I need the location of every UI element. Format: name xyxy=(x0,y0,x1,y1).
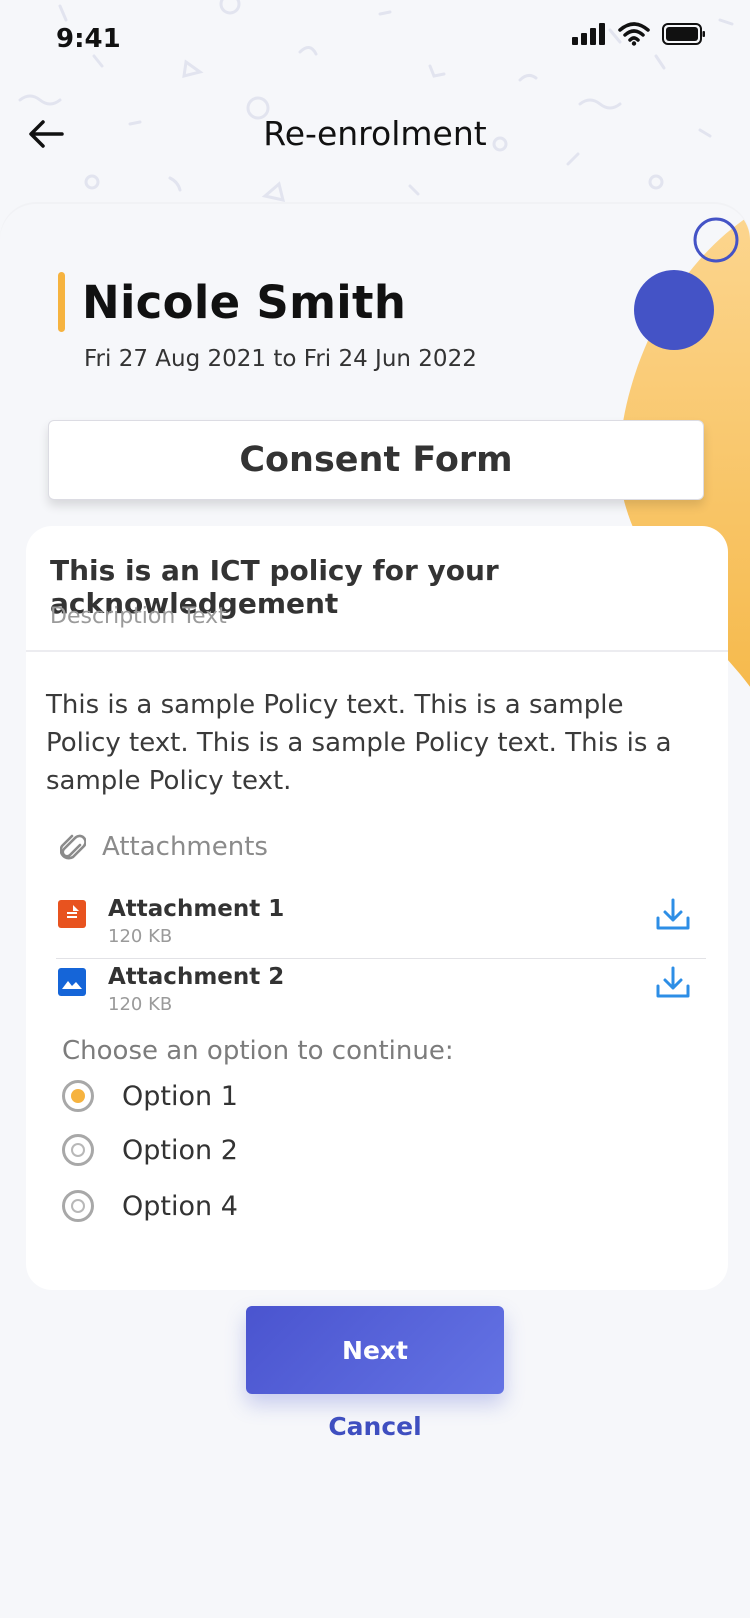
signal-icon xyxy=(572,23,605,45)
radio-unselected[interactable] xyxy=(62,1134,94,1166)
paperclip-icon xyxy=(60,834,86,860)
attachments-header: Attachments xyxy=(60,832,268,862)
page-title: Re-enrolment xyxy=(263,114,487,153)
image-icon xyxy=(58,968,86,996)
download-icon[interactable] xyxy=(654,896,692,934)
divider xyxy=(26,650,728,652)
option-label: Option 4 xyxy=(122,1190,238,1222)
next-button[interactable]: Next xyxy=(246,1306,504,1394)
document-icon xyxy=(58,900,86,928)
form-title: Consent Form xyxy=(239,440,513,480)
option-label: Option 1 xyxy=(122,1080,238,1112)
attachments-label: Attachments xyxy=(102,832,268,862)
attachment-name: Attachment 2 xyxy=(108,964,285,990)
attachment-row[interactable]: Attachment 1 120 KB xyxy=(56,896,692,960)
attachment-row[interactable]: Attachment 2 120 KB xyxy=(56,964,692,1028)
attachment-divider xyxy=(56,958,706,959)
policy-body: This is a sample Policy text. This is a … xyxy=(46,690,672,796)
download-icon[interactable] xyxy=(654,964,692,1002)
choose-option-label: Choose an option to continue: xyxy=(62,1036,454,1066)
wifi-icon xyxy=(618,22,650,46)
form-title-box: Consent Form xyxy=(48,420,704,500)
name-accent-bar xyxy=(58,272,65,332)
status-icons xyxy=(572,22,706,46)
attachment-size: 120 KB xyxy=(108,994,173,1015)
main-card: Nicole Smith Fri 27 Aug 2021 to Fri 24 J… xyxy=(0,204,750,1618)
policy-card: This is an ICT policy for your acknowled… xyxy=(26,526,728,1290)
policy-description: Description Text xyxy=(50,604,227,629)
option-label: Option 2 xyxy=(122,1134,238,1166)
attachment-size: 120 KB xyxy=(108,926,173,947)
radio-selected[interactable] xyxy=(62,1080,94,1112)
option-1-radio[interactable]: Option 1 xyxy=(62,1076,238,1116)
screen: 9:41 Re-enrolment Nicole Smith Fri 27 Au… xyxy=(0,0,750,1618)
option-4-radio[interactable]: Option 4 xyxy=(62,1186,238,1226)
student-name: Nicole Smith xyxy=(82,276,407,329)
cancel-link[interactable]: Cancel xyxy=(0,1412,750,1441)
next-label: Next xyxy=(342,1335,408,1365)
attachment-name: Attachment 1 xyxy=(108,896,285,922)
date-range: Fri 27 Aug 2021 to Fri 24 Jun 2022 xyxy=(84,346,477,372)
radio-unselected[interactable] xyxy=(62,1190,94,1222)
battery-icon xyxy=(662,23,705,45)
option-2-radio[interactable]: Option 2 xyxy=(62,1130,238,1170)
status-time: 9:41 xyxy=(56,24,121,54)
